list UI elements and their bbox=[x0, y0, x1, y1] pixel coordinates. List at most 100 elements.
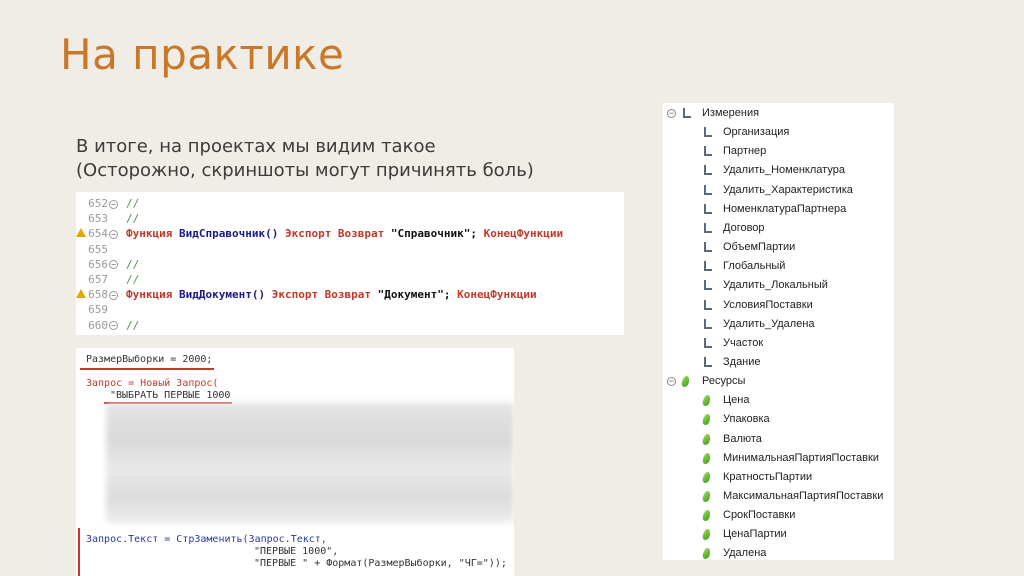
tree-item[interactable]: Организация bbox=[703, 123, 789, 142]
tree-item-label: Глобальный bbox=[723, 260, 786, 273]
tree-item[interactable]: МинимальнаяПартияПоставки bbox=[701, 449, 879, 468]
line-number: 655− bbox=[76, 242, 120, 257]
fold-toggle-icon[interactable]: − bbox=[109, 321, 118, 330]
tree-item-label: Цена bbox=[723, 394, 750, 407]
tree-item[interactable]: Валюта bbox=[701, 430, 762, 449]
tree-item[interactable]: Удалить_Номенклатура bbox=[703, 161, 845, 180]
tree-item-label: Удалить_Удалена bbox=[723, 317, 815, 330]
line-number: 660− bbox=[76, 318, 120, 333]
fold-toggle-icon[interactable]: − bbox=[109, 290, 118, 300]
dimension-icon bbox=[703, 318, 713, 330]
tree-item[interactable]: Цена bbox=[701, 391, 750, 410]
line-number-text: 656 bbox=[88, 257, 108, 271]
code-text: Функция ВидСправочник() Экспорт Возврат … bbox=[126, 227, 564, 241]
tree-item[interactable]: Удалить_Характеристика bbox=[703, 181, 853, 200]
tree-item[interactable]: Договор bbox=[703, 219, 765, 238]
dimension-icon bbox=[703, 242, 713, 253]
fold-toggle-icon[interactable]: − bbox=[109, 260, 118, 270]
subtitle-line-2: (Осторожно, скриншоты могут причинять бо… bbox=[76, 160, 534, 181]
resource-icon bbox=[701, 471, 712, 483]
resource-icon bbox=[701, 395, 712, 407]
code-line: 654− Функция ВидСправочник() Экспорт Возв… bbox=[76, 226, 624, 241]
resource-icon bbox=[701, 452, 712, 464]
metadata-tree: − Измерения Организация Партнер Удалить_Номе… bbox=[663, 103, 894, 560]
collapse-icon[interactable]: − bbox=[667, 377, 676, 387]
tree-item-label: ОбъемПартии bbox=[723, 241, 796, 254]
code-line-replace-arg2: "ПЕРВЫЕ " + Формат(РазмерВыборки, "ЧГ=")… bbox=[254, 558, 507, 569]
tree-item[interactable]: Партнер bbox=[703, 142, 766, 161]
tree-item-label: Здание bbox=[723, 355, 761, 368]
code-line: 653− // bbox=[76, 211, 624, 226]
resource-icon bbox=[701, 510, 712, 522]
code-line: 659− bbox=[76, 302, 624, 317]
tree-item-label: УсловияПоставки bbox=[723, 298, 813, 311]
line-number: 652− bbox=[76, 196, 120, 211]
code-line: 660−// bbox=[76, 318, 624, 333]
tree-item[interactable]: Удалена bbox=[701, 544, 767, 560]
tree-group-resources[interactable]: − Ресурсы bbox=[667, 372, 745, 391]
tree-item[interactable]: УсловияПоставки bbox=[703, 296, 813, 315]
line-number-text: 660 bbox=[88, 318, 108, 332]
tree-group-label: Измерения bbox=[702, 107, 760, 119]
tree-item-label: СрокПоставки bbox=[723, 509, 796, 522]
tree-item-label: Удалена bbox=[723, 547, 767, 560]
resource-icon bbox=[701, 414, 712, 426]
code-text: Функция ВидДокумент() Экспорт Возврат "Д… bbox=[126, 288, 537, 302]
tree-item[interactable]: ЦенаПартии bbox=[701, 525, 787, 544]
line-number: 656− bbox=[76, 257, 120, 272]
dimension-icon bbox=[703, 165, 713, 176]
subtitle-line-1: В итоге, на проектах мы видим такое bbox=[76, 136, 436, 157]
tree-item[interactable]: Удалить_Локальный bbox=[703, 276, 828, 295]
line-number: 659− bbox=[76, 302, 120, 317]
code-text: // bbox=[126, 197, 140, 210]
code-line: 658− Функция ВидДокумент() Экспорт Возвра… bbox=[76, 287, 624, 302]
line-number-text: 655 bbox=[88, 242, 108, 256]
resource-icon bbox=[680, 376, 691, 388]
slide-subtitle: В итоге, на проектах мы видим такое (Ост… bbox=[76, 135, 534, 183]
tree-group-dimensions[interactable]: − Измерения bbox=[667, 104, 759, 123]
dimension-icon bbox=[703, 127, 713, 138]
resource-icon bbox=[701, 548, 712, 560]
code-line-sample-size: РазмерВыборки = 2000; bbox=[86, 354, 213, 365]
tree-item[interactable]: Глобальный bbox=[703, 257, 785, 276]
tree-item[interactable]: КратностьПартии bbox=[701, 468, 812, 487]
tree-item[interactable]: НоменклатураПартнера bbox=[703, 200, 846, 219]
tree-item[interactable]: СрокПоставки bbox=[701, 506, 796, 525]
dimension-icon bbox=[703, 146, 713, 157]
tree-item-label: Организация bbox=[723, 126, 790, 139]
tree-group-label: Ресурсы bbox=[702, 375, 746, 388]
fold-toggle-icon[interactable]: − bbox=[109, 199, 118, 209]
dimension-icon bbox=[703, 203, 713, 215]
resource-icon bbox=[701, 433, 712, 445]
tree-item-label: МаксимальнаяПартияПоставки bbox=[723, 490, 884, 502]
dimension-icon bbox=[703, 356, 713, 368]
line-number: 658− bbox=[76, 287, 120, 302]
tree-item[interactable]: Удалить_Удалена bbox=[703, 315, 815, 334]
tree-item[interactable]: Здание bbox=[703, 353, 761, 372]
line-number-text: 652 bbox=[88, 197, 108, 210]
highlight-underline bbox=[80, 368, 214, 370]
code-line-replace-arg1: "ПЕРВЫЕ 1000", bbox=[254, 546, 339, 557]
warning-icon bbox=[76, 289, 86, 299]
tree-item-label: МинимальнаяПартияПоставки bbox=[723, 451, 879, 464]
code-line: 657− // bbox=[76, 272, 624, 287]
code-text: // bbox=[126, 212, 140, 226]
highlight-bar bbox=[78, 528, 80, 576]
tree-item-label: Удалить_Номенклатура bbox=[723, 164, 845, 177]
line-number-text: 653 bbox=[88, 212, 108, 226]
tree-item[interactable]: МаксимальнаяПартияПоставки bbox=[701, 487, 884, 506]
tree-item[interactable]: Упаковка bbox=[701, 410, 770, 429]
code-text: // bbox=[126, 318, 140, 332]
fold-toggle-icon[interactable]: − bbox=[109, 229, 118, 239]
dimension-icon bbox=[703, 261, 713, 272]
tree-item-label: Упаковка bbox=[723, 413, 770, 426]
tree-item[interactable]: ОбъемПартии bbox=[703, 238, 795, 257]
tree-item[interactable]: Участок bbox=[703, 334, 763, 353]
tree-item-label: ЦенаПартии bbox=[723, 528, 787, 541]
tree-item-label: Партнер bbox=[723, 145, 767, 158]
code-line: 652−// bbox=[76, 196, 624, 211]
dimension-icon bbox=[703, 299, 713, 311]
line-number-text: 659 bbox=[88, 303, 108, 317]
collapse-icon[interactable]: − bbox=[667, 109, 676, 118]
code-screenshot-functions: 652−//653−//654−Функция ВидСправочник() … bbox=[76, 192, 624, 335]
